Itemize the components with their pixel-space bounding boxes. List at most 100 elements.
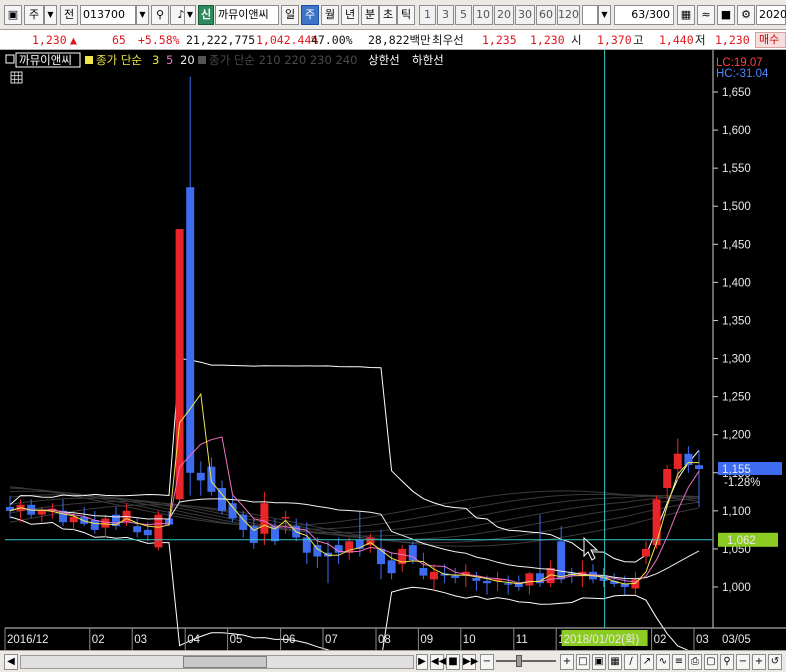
view-1-icon[interactable]: □ [576, 654, 590, 670]
price-tick-label: 1,200 [722, 430, 751, 442]
low-price: 1,230 [715, 33, 750, 47]
current-price: 1,230 [32, 33, 67, 47]
layout-icon[interactable]: ▣ [4, 5, 22, 25]
date-field[interactable]: 2020. [756, 5, 786, 25]
date-tick-label: 02 [92, 634, 105, 646]
fib-tool-icon[interactable]: ≡ [672, 654, 686, 670]
candle-body [419, 568, 428, 576]
period-tick-label: 틱 [400, 8, 412, 21]
legend-upper: 상한선 [368, 53, 400, 67]
search-icon[interactable]: ⚲ [151, 5, 169, 25]
prev-button[interactable]: 전 [60, 5, 78, 25]
code-dropdown-icon[interactable]: ▼ [136, 5, 149, 25]
zoom-icon[interactable]: ⚲ [720, 654, 734, 670]
crosshair-date-label: 2018/01/02(화) [564, 633, 640, 646]
minute-20-label: 20 [497, 8, 511, 21]
date-tick-label: 06 [283, 634, 296, 646]
scroll-right-icon[interactable]: ▶ [416, 654, 428, 670]
minute-120-button[interactable]: 120 [557, 5, 580, 25]
candle-body [684, 453, 693, 466]
print-icon[interactable]: ⎙ [688, 654, 702, 670]
scroll-thumb[interactable] [183, 656, 267, 668]
zoom-slider-handle[interactable] [516, 655, 522, 667]
stock-code-input[interactable]: 013700 [80, 5, 136, 25]
low-label: 저 [695, 33, 706, 47]
save-icon[interactable]: ■ [717, 5, 735, 25]
candle-body [143, 529, 152, 536]
gear-icon[interactable]: ⚙ [737, 5, 755, 25]
period-second-button[interactable]: 초 [379, 5, 397, 25]
price-tick-label: 1,500 [722, 201, 751, 213]
indicator-icon[interactable]: ▦ [677, 5, 695, 25]
credit-badge-label: 신 [200, 8, 212, 21]
candle-body [695, 465, 703, 469]
legend-faded-ma: 종가 단순 210 220 230 240 [209, 53, 357, 67]
open-price: 1,370 [597, 33, 632, 47]
price-tick-label: 1,400 [722, 277, 751, 289]
capture-icon[interactable]: ▢ [704, 654, 718, 670]
speaker-dropdown-icon[interactable]: ▼ [184, 5, 196, 25]
minute-20-button[interactable]: 20 [494, 5, 514, 25]
minute-3-button[interactable]: 3 [437, 5, 454, 25]
legend-lower: 하한선 [412, 53, 444, 67]
chart-area[interactable]: 1,0001,0501,1001,1501,2001,2501,3001,350… [0, 50, 786, 650]
minute-dropdown-icon[interactable]: ▼ [598, 5, 611, 25]
scroll-track[interactable] [20, 655, 414, 669]
up-arrow-icon: ▲ [70, 33, 77, 47]
minute-5-label: 5 [460, 8, 467, 21]
reset-icon[interactable]: ↺ [768, 654, 782, 670]
price-tick-label: 1,450 [722, 239, 751, 251]
period-day-button[interactable]: 일 [281, 5, 299, 25]
zoom-out-icon[interactable]: − [480, 654, 494, 670]
date-tick-label: 2016/12 [7, 634, 49, 646]
forward-icon[interactable]: ▶▶ [462, 654, 478, 670]
candle-body [90, 520, 99, 530]
trend-tool-icon[interactable]: ↗ [640, 654, 654, 670]
line-tool-icon[interactable]: ∕ [624, 654, 638, 670]
period-tick-button[interactable]: 틱 [397, 5, 415, 25]
candle-body [451, 575, 460, 578]
minute-10-button[interactable]: 10 [473, 5, 493, 25]
price-tick-label: 1,000 [722, 582, 751, 594]
period-year-label: 년 [344, 8, 356, 21]
minute-60-button[interactable]: 60 [536, 5, 556, 25]
candle-body [281, 516, 290, 519]
minute-custom-input[interactable] [582, 5, 598, 25]
period-year-button[interactable]: 년 [341, 5, 359, 25]
market-dropdown-icon[interactable]: ▼ [44, 5, 57, 25]
minus-icon[interactable]: − [736, 654, 750, 670]
date-tick-label: 03 [134, 634, 147, 646]
market-select[interactable]: 주 [24, 5, 44, 25]
candle-body [37, 510, 46, 515]
candle-body [101, 518, 110, 528]
buy-tag[interactable]: 매수 [755, 32, 786, 48]
candle-body [345, 541, 354, 553]
rewind-icon[interactable]: ◀◀ [430, 654, 446, 670]
zoom-slider[interactable] [496, 655, 556, 667]
zoom-in-icon[interactable]: + [560, 654, 574, 670]
price-tick-label: 1,300 [722, 354, 751, 366]
plus-icon[interactable]: + [752, 654, 766, 670]
bar-count-field[interactable]: 63/300 [614, 5, 674, 25]
stock-name-field[interactable]: 까뮤이앤씨 [215, 5, 279, 25]
compare-icon[interactable]: ≈ [697, 5, 715, 25]
legend-ma-20: 20 [180, 53, 195, 67]
period-month-button[interactable]: 월 [321, 5, 339, 25]
minute-1-button[interactable]: 1 [419, 5, 436, 25]
view-2-icon[interactable]: ▣ [592, 654, 606, 670]
view-3-icon[interactable]: ▦ [608, 654, 622, 670]
date-tick-label: 07 [325, 634, 338, 646]
stop-icon[interactable]: ■ [446, 654, 460, 670]
candlestick-chart[interactable]: 1,0001,0501,1001,1501,2001,2501,3001,350… [0, 50, 786, 650]
minute-5-button[interactable]: 5 [455, 5, 472, 25]
period-week-label: 주 [304, 8, 316, 21]
minute-30-button[interactable]: 30 [515, 5, 535, 25]
hc-value: HC:-31.04 [716, 68, 769, 80]
candle-body [504, 583, 513, 585]
wave-tool-icon[interactable]: ∿ [656, 654, 670, 670]
scroll-left-icon[interactable]: ◀ [4, 654, 18, 670]
last-price-label: 1,155 [722, 464, 751, 476]
period-minute-button[interactable]: 분 [361, 5, 379, 25]
minute-3-label: 3 [442, 8, 449, 21]
period-week-button[interactable]: 주 [301, 5, 319, 25]
